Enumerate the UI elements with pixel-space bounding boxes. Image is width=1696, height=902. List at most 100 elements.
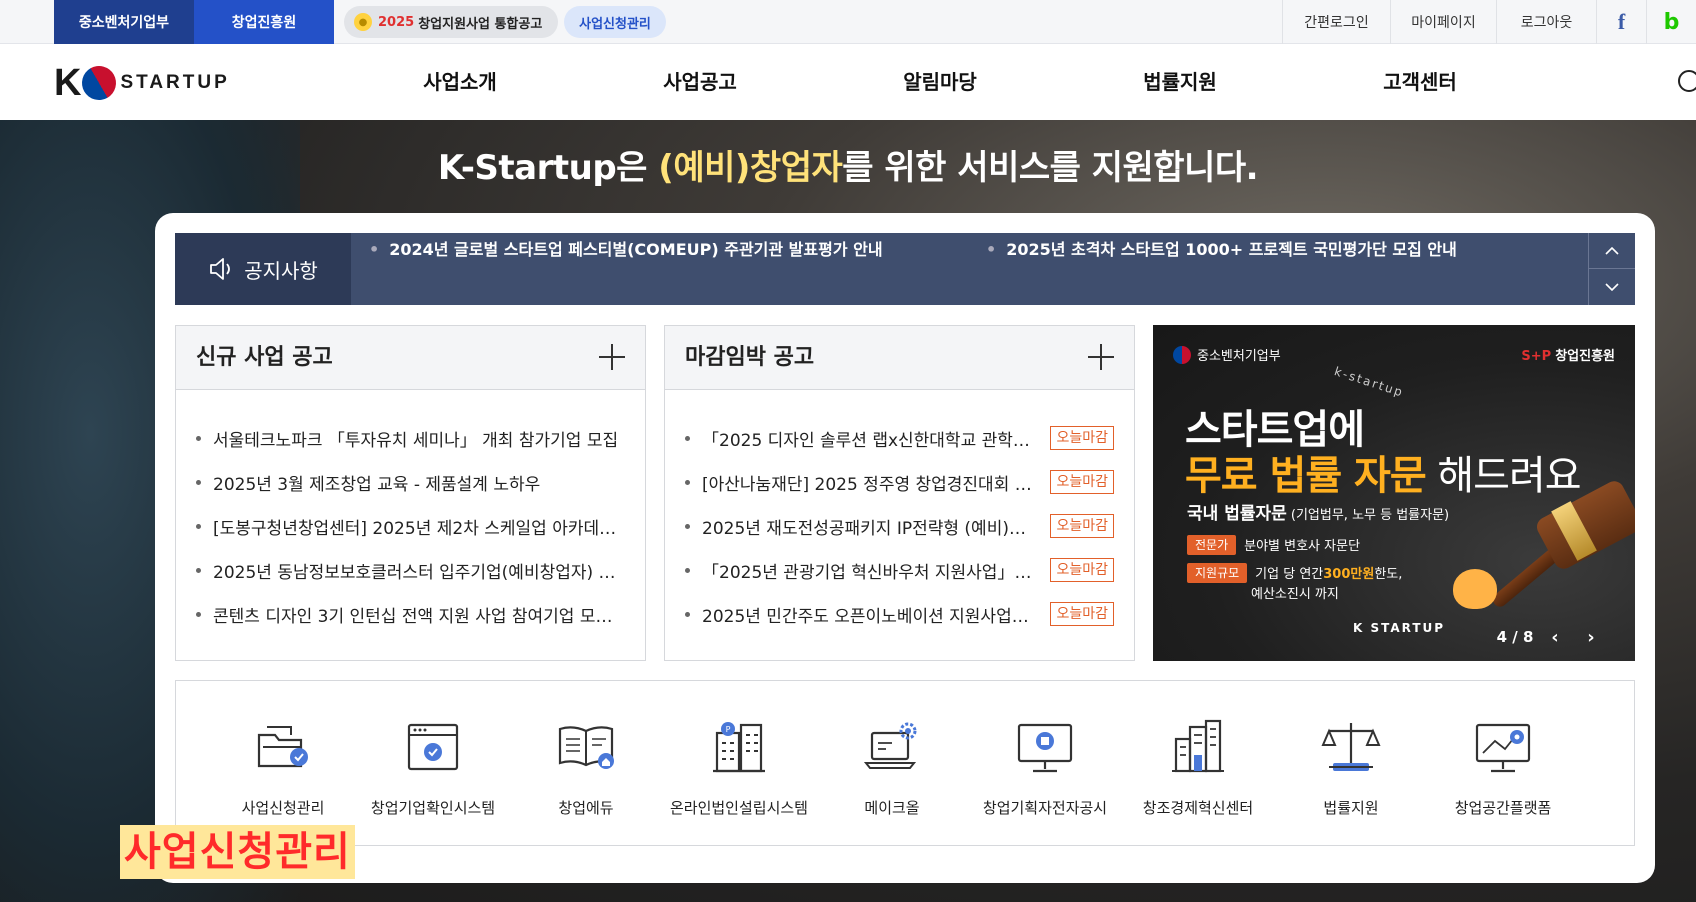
nav-news[interactable]: 알림마당 (820, 44, 1060, 120)
banner-agency: S+P 창업진흥원 (1521, 349, 1615, 364)
monitor-icon (1017, 723, 1073, 773)
banner-logo: K STARTUP (1353, 621, 1446, 635)
quick-link-legal-support[interactable]: 법률지원 (1274, 681, 1428, 847)
quick-link-startup-edu[interactable]: 창업에듀 (509, 681, 663, 847)
browser-check-icon (407, 723, 459, 771)
list-item[interactable]: 「2025 디자인 솔루션 랩x신한대학교 관학협력」 오늘마감 (685, 416, 1114, 460)
bullet-icon (685, 479, 690, 485)
easy-login-link[interactable]: 간편로그인 (1282, 0, 1390, 44)
deadline-badge: 오늘마감 (1050, 602, 1114, 626)
new-business-board: 신규 사업 공고 서울테크노파크 「투자유치 세미나」 개최 참가기업 모집 2… (175, 325, 646, 661)
search-icon[interactable] (1678, 70, 1696, 92)
banner-chip: 전문가 (1187, 535, 1237, 555)
plus-icon[interactable] (1088, 344, 1114, 370)
nav-customer-center[interactable]: 고객센터 (1300, 44, 1540, 120)
heart-character-icon (1453, 569, 1497, 609)
bullet-icon (196, 435, 201, 441)
banner-pager: 4 / 8 ‹ › (1493, 621, 1609, 653)
list-item[interactable]: 「2025년 관광기업 혁신바우처 지원사업」 참여기업 모집오늘마감 (685, 548, 1114, 592)
lightbulb-icon: ● (354, 13, 372, 31)
quick-link-apply-manage[interactable]: 사업신청관리 (206, 681, 360, 847)
quick-link-makeall[interactable]: 메이크올 (815, 681, 969, 847)
list-item[interactable]: 콘텐츠 디자인 3기 인턴십 전액 지원 사업 참여기업 모집(서울) (196, 592, 625, 636)
banner-headline-2: 무료 법률 자문 해드려요 (1185, 453, 1582, 499)
list-item[interactable]: [도봉구청년창업센터] 2025년 제2차 스케일업 아카데미 참여자 모집 (196, 504, 625, 548)
quick-link-online-corp[interactable]: P 온라인법인설립시스템 (662, 681, 816, 847)
bullet-icon (685, 567, 690, 573)
hero-title-highlight: (예비)창업자 (658, 148, 843, 188)
quick-link-startup-confirm[interactable]: 창업기업확인시스템 (356, 681, 510, 847)
banner-row-scale-line2: 예산소진시 까지 (1251, 587, 1339, 602)
banner-chip: 지원규모 (1187, 563, 1248, 583)
banner-subtitle: 국내 법률자문 (기업법무, 노무 등 법률자문) (1187, 504, 1450, 524)
kstartup-logo[interactable]: K STARTUP (54, 59, 230, 107)
notice-next-button[interactable] (1588, 269, 1635, 305)
top-utility-bar: 중소벤처기업부 창업진흥원 ● 2025 창업지원사업 통합공고 사업신청관리 … (0, 0, 1696, 44)
logout-link[interactable]: 로그아웃 (1496, 0, 1596, 44)
nav-legal-support[interactable]: 법률지원 (1060, 44, 1300, 120)
speaker-icon (210, 258, 231, 280)
quick-link-creative-center[interactable]: 창조경제혁신센터 (1121, 681, 1275, 847)
chevron-up-icon (1605, 246, 1619, 255)
bullet-icon (685, 611, 690, 617)
list-item[interactable]: 서울테크노파크 「투자유치 세미나」 개최 참가기업 모집 (196, 416, 625, 460)
banner-next-button[interactable]: › (1573, 627, 1609, 648)
board-title: 신규 사업 공고 (196, 345, 333, 370)
map-screen-icon (1475, 723, 1531, 773)
agency-link[interactable]: 창업진흥원 (194, 0, 334, 44)
integrated-label: 창업지원사업 통합공고 (418, 16, 543, 32)
board-title: 마감임박 공고 (685, 345, 815, 370)
integrated-notice-button[interactable]: ● 2025 창업지원사업 통합공고 (344, 6, 558, 38)
deadline-list: 「2025 디자인 솔루션 랩x신한대학교 관학협력」 오늘마감 [아산나눔재단]… (665, 390, 1134, 636)
taegeuk-icon (1173, 345, 1191, 364)
nav-business-notice[interactable]: 사업공고 (580, 44, 820, 120)
deadline-badge: 오늘마감 (1050, 470, 1114, 494)
chevron-down-icon (1605, 283, 1619, 291)
bullet-icon (685, 523, 690, 529)
list-item[interactable]: 2025년 민간주도 오픈이노베이션 지원사업 '참여기업 모집'오늘마감 (685, 592, 1114, 636)
blog-icon[interactable]: b (1646, 0, 1696, 44)
open-book-icon (558, 726, 614, 769)
notice-label[interactable]: 공지사항 (175, 233, 351, 305)
main-header: K STARTUP 사업소개 사업공고 알림마당 법률지원 고객센터 (0, 44, 1696, 120)
bullet-icon (196, 523, 201, 529)
notice-item[interactable]: 2024년 글로벌 스타트업 페스티벌(COMEUP) 주관기관 발표평가 안내 (369, 233, 882, 267)
banner-row-scale: 지원규모 기업 당 연간 300만원 한도, (1187, 563, 1402, 583)
logo-word: STARTUP (120, 72, 230, 93)
notice-prev-button[interactable] (1588, 233, 1635, 269)
main-nav: 사업소개 사업공고 알림마당 법률지원 고객센터 (340, 44, 1540, 120)
buildings-icon: P (713, 722, 765, 773)
notice-bar: 공지사항 2024년 글로벌 스타트업 페스티벌(COMEUP) 주관기관 발표… (175, 233, 1635, 305)
nav-business-intro[interactable]: 사업소개 (340, 44, 580, 120)
banner-ministry: 중소벤처기업부 (1173, 345, 1281, 364)
folder-check-icon (257, 726, 308, 768)
promo-banner[interactable]: 중소벤처기업부 S+P 창업진흥원 k-startup 스타트업에 무료 법률 자… (1153, 325, 1635, 661)
list-item[interactable]: [아산나눔재단] 2025 정주영 창업경진대회 참가자 모집오늘마감 (685, 460, 1114, 504)
quick-link-planner-disclosure[interactable]: 창업기획자전자공시 (968, 681, 1122, 847)
laptop-gear-icon (863, 722, 917, 769)
city-icon (1172, 719, 1224, 773)
banner-page-indicator: 4 / 8 (1496, 628, 1534, 646)
list-item[interactable]: 2025년 3월 제조창업 교육 - 제품설계 노하우 (196, 460, 625, 504)
integrated-year: 2025 (378, 14, 415, 30)
deadline-badge: 오늘마감 (1050, 426, 1114, 450)
highlight-label: 사업신청관리 (120, 825, 355, 879)
quick-link-space-platform[interactable]: 창업공간플랫폼 (1426, 681, 1580, 847)
svg-text:P: P (726, 725, 731, 734)
plus-icon[interactable] (599, 344, 625, 370)
banner-row-expert: 전문가 분야별 변호사 자문단 (1187, 535, 1360, 555)
bullet-icon (196, 567, 201, 573)
apply-manage-button[interactable]: 사업신청관리 (564, 6, 666, 38)
facebook-icon[interactable]: f (1596, 0, 1646, 44)
bullet-icon (685, 435, 690, 441)
board-header: 신규 사업 공고 (176, 326, 645, 390)
taegeuk-icon (76, 59, 123, 107)
notice-item[interactable]: 2025년 초격차 스타트업 1000+ 프로젝트 국민평가단 모집 안내 (986, 233, 1457, 267)
quick-links: 사업신청관리 창업기업확인시스템 창업에듀 P 온라인법인설립시스템 메이크올 … (175, 680, 1635, 846)
banner-prev-button[interactable]: ‹ (1537, 627, 1573, 648)
list-item[interactable]: 2025년 재도전성공패키지 IP전략형 (예비)재창업자 모집오늘마감 (685, 504, 1114, 548)
list-item[interactable]: 2025년 동남정보보호클러스터 입주기업(예비창업자) 모집 공고 (196, 548, 625, 592)
ministry-link[interactable]: 중소벤처기업부 (54, 0, 194, 44)
mypage-link[interactable]: 마이페이지 (1390, 0, 1496, 44)
board-header: 마감임박 공고 (665, 326, 1134, 390)
